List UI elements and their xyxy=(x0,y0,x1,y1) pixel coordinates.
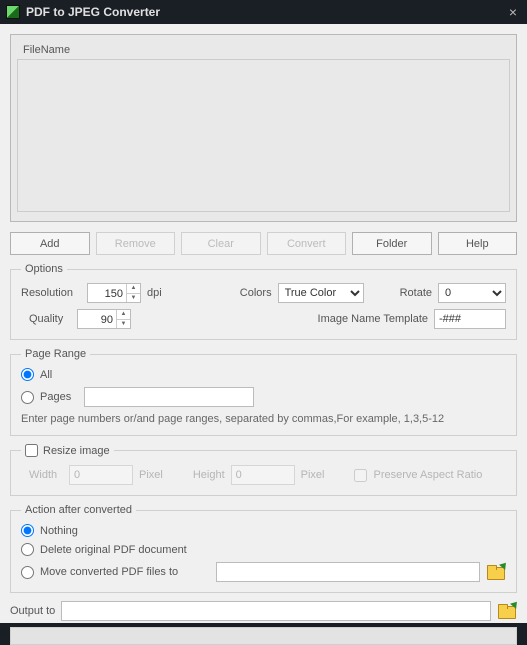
client-area: FileName Add Remove Clear Convert Folder… xyxy=(0,24,527,623)
pagerange-pages-input[interactable] xyxy=(84,387,254,407)
action-nothing-row[interactable]: Nothing xyxy=(21,524,506,537)
resolution-unit: dpi xyxy=(147,287,162,299)
colors-select[interactable]: True Color xyxy=(278,283,364,303)
spin-down-icon[interactable]: ▼ xyxy=(127,294,140,303)
colors-label: Colors xyxy=(240,287,272,299)
resize-legend[interactable]: Resize image xyxy=(21,444,114,457)
template-label: Image Name Template xyxy=(318,313,428,325)
action-legend: Action after converted xyxy=(21,504,136,516)
add-button[interactable]: Add xyxy=(10,232,90,255)
pagerange-legend: Page Range xyxy=(21,348,90,360)
browse-move-folder-icon[interactable] xyxy=(486,564,506,580)
convert-button: Convert xyxy=(267,232,347,255)
quality-input[interactable] xyxy=(78,310,116,330)
resize-width-input xyxy=(69,465,133,485)
rotate-select[interactable]: 0 xyxy=(438,283,506,303)
resize-height-input xyxy=(231,465,295,485)
action-move-label: Move converted PDF files to xyxy=(40,566,210,578)
help-button[interactable]: Help xyxy=(438,232,518,255)
action-move-row[interactable]: Move converted PDF files to xyxy=(21,562,506,582)
spin-up-icon[interactable]: ▲ xyxy=(117,310,130,320)
quality-label: Quality xyxy=(29,313,71,325)
rotate-label: Rotate xyxy=(400,287,432,299)
resolution-label: Resolution xyxy=(21,287,81,299)
window-title: PDF to JPEG Converter xyxy=(26,5,505,19)
pagerange-group: Page Range All Pages Enter page numbers … xyxy=(10,348,517,436)
preserve-aspect-label: Preserve Aspect Ratio xyxy=(373,469,482,481)
template-input[interactable] xyxy=(434,309,506,329)
quality-spinner[interactable]: ▲▼ xyxy=(77,309,131,329)
action-delete-label: Delete original PDF document xyxy=(40,544,187,556)
titlebar: PDF to JPEG Converter × xyxy=(0,0,527,24)
remove-button: Remove xyxy=(96,232,176,255)
pagerange-pages-radio[interactable] xyxy=(21,391,34,404)
browse-output-folder-icon[interactable] xyxy=(497,603,517,619)
preserve-aspect-row: Preserve Aspect Ratio xyxy=(354,469,482,482)
app-icon xyxy=(6,5,20,19)
resize-group: Resize image Width Pixel Height Pixel Pr… xyxy=(10,444,517,496)
resize-height-unit: Pixel xyxy=(301,469,325,481)
clear-button: Clear xyxy=(181,232,261,255)
action-move-radio[interactable] xyxy=(21,566,34,579)
pagerange-all-radio[interactable] xyxy=(21,368,34,381)
spin-down-icon[interactable]: ▼ xyxy=(117,320,130,329)
resize-legend-label: Resize image xyxy=(43,445,110,457)
resize-width-unit: Pixel xyxy=(139,469,163,481)
resize-height-label: Height xyxy=(193,469,225,481)
file-list[interactable] xyxy=(17,60,510,212)
pagerange-pages-label: Pages xyxy=(40,391,78,403)
output-row: Output to xyxy=(10,601,517,621)
resize-checkbox[interactable] xyxy=(25,444,38,457)
action-group: Action after converted Nothing Delete or… xyxy=(10,504,517,593)
output-label: Output to xyxy=(10,605,55,617)
close-icon[interactable]: × xyxy=(505,4,521,20)
file-list-header[interactable]: FileName xyxy=(17,41,510,60)
spin-up-icon[interactable]: ▲ xyxy=(127,284,140,294)
progress-bar xyxy=(10,627,517,645)
resolution-input[interactable] xyxy=(88,284,126,304)
file-list-panel: FileName xyxy=(10,34,517,222)
resize-width-label: Width xyxy=(29,469,63,481)
action-nothing-radio[interactable] xyxy=(21,524,34,537)
resolution-spinner[interactable]: ▲▼ xyxy=(87,283,141,303)
output-input[interactable] xyxy=(61,601,491,621)
action-move-input[interactable] xyxy=(216,562,480,582)
preserve-aspect-checkbox xyxy=(354,469,367,482)
options-legend: Options xyxy=(21,263,67,275)
action-delete-radio[interactable] xyxy=(21,543,34,556)
options-group: Options Resolution ▲▼ dpi Colors True Co… xyxy=(10,263,517,340)
folder-button[interactable]: Folder xyxy=(352,232,432,255)
button-row: Add Remove Clear Convert Folder Help xyxy=(10,232,517,255)
action-nothing-label: Nothing xyxy=(40,525,78,537)
pagerange-all-label: All xyxy=(40,369,52,381)
pagerange-all-row[interactable]: All xyxy=(21,368,506,381)
pagerange-pages-row[interactable]: Pages xyxy=(21,387,506,407)
pagerange-hint: Enter page numbers or/and page ranges, s… xyxy=(21,413,506,425)
action-delete-row[interactable]: Delete original PDF document xyxy=(21,543,506,556)
